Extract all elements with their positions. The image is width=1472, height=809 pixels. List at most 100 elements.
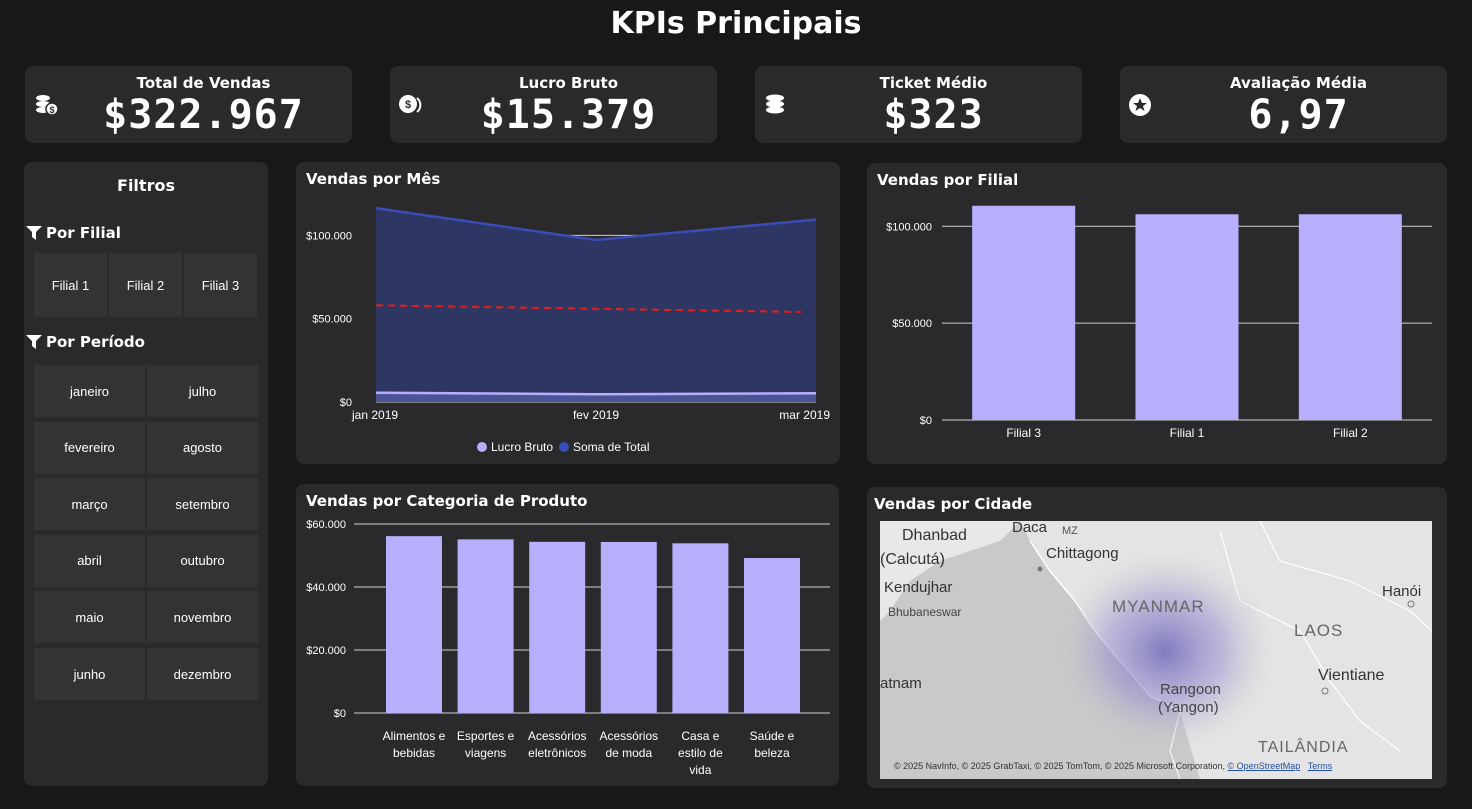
kpi-value: $15.379 bbox=[480, 92, 657, 138]
terms-link[interactable]: Terms bbox=[1308, 761, 1333, 771]
branch-filter-button[interactable]: Filial 3 bbox=[184, 253, 257, 317]
x-tick-label: Filial 1 bbox=[1170, 426, 1205, 440]
filters-title: Filtros bbox=[117, 176, 175, 195]
y-tick-label: $50.000 bbox=[892, 318, 932, 330]
month-filter-button[interactable]: agosto bbox=[147, 421, 258, 474]
y-tick-label: $0 bbox=[334, 708, 346, 720]
y-tick-label: $20.000 bbox=[306, 645, 346, 657]
filters-panel: Filtros Por Filial Filial 1 Filial 2 Filia… bbox=[24, 162, 268, 786]
bar[interactable] bbox=[744, 558, 800, 713]
attribution-text: © 2025 NavInfo, © 2025 GrabTaxi, © 2025 … bbox=[894, 761, 1226, 771]
y-tick-label: $0 bbox=[920, 415, 932, 427]
x-tick-label: Esportes e viagens bbox=[457, 729, 515, 760]
legend-label[interactable]: Lucro Bruto bbox=[491, 440, 553, 454]
x-tick-label: Filial 3 bbox=[1006, 426, 1041, 440]
bar[interactable] bbox=[972, 205, 1076, 420]
bar[interactable] bbox=[529, 541, 586, 713]
month-filter-button[interactable]: abril bbox=[34, 534, 145, 587]
month-filter-button[interactable]: julho bbox=[147, 365, 258, 417]
y-tick-label: $100.000 bbox=[306, 230, 352, 242]
bar[interactable] bbox=[600, 541, 657, 713]
map-place-label: (Yangon) bbox=[1158, 699, 1219, 716]
month-filter-button[interactable]: outubro bbox=[147, 534, 258, 587]
map-place-label: Hanói bbox=[1382, 583, 1422, 600]
map-place-label: Rangoon bbox=[1160, 681, 1221, 698]
kpi-label: Total de Vendas bbox=[136, 74, 271, 92]
map-place-label: Kendujhar bbox=[884, 579, 953, 596]
map-base bbox=[880, 521, 1432, 779]
bar[interactable] bbox=[457, 539, 514, 713]
area-series[interactable] bbox=[376, 208, 816, 402]
kpi-card-average-rating[interactable]: Avaliação Média 6,97 bbox=[1120, 66, 1447, 143]
sales-by-branch-card: Vendas por Filial $0 $50.000 $100.000 Filia… bbox=[867, 163, 1447, 464]
map-place-label: Daca bbox=[1012, 521, 1048, 536]
branch-filter-heading: Por Filial bbox=[26, 224, 121, 242]
period-filter-heading: Por Período bbox=[26, 333, 145, 351]
kpi-card-average-ticket[interactable]: Ticket Médio $323 bbox=[755, 66, 1082, 143]
x-tick-label: Alimentos e bebidas bbox=[383, 729, 446, 760]
bar[interactable] bbox=[672, 543, 729, 713]
x-tick-label: Filial 2 bbox=[1333, 426, 1368, 440]
map-place-label: MYANMAR bbox=[1112, 597, 1205, 616]
funnel-icon bbox=[26, 226, 42, 240]
kpi-card-gross-profit[interactable]: $ Lucro Bruto $15.379 bbox=[390, 66, 717, 143]
funnel-icon bbox=[26, 335, 42, 349]
kpi-value: $323 bbox=[883, 92, 984, 138]
heatmap-blob bbox=[1055, 551, 1275, 751]
legend-marker bbox=[477, 442, 487, 452]
period-filter-label: Por Período bbox=[46, 333, 145, 351]
month-filter-button[interactable]: março bbox=[34, 478, 145, 531]
sales-by-category-chart: $0 $20.000 $40.000 $60.000 Alimentos e bebida… bbox=[306, 519, 830, 777]
sales-by-category-card: Vendas por Categoria de Produto $0 $20.00… bbox=[296, 484, 839, 786]
kpi-card-total-sales[interactable]: $ Total de Vendas $322.967 bbox=[25, 66, 352, 143]
openstreetmap-link[interactable]: © OpenStreetMap bbox=[1228, 761, 1301, 771]
sales-by-branch-chart: $0 $50.000 $100.000 Filial 3 Filial 1 Filial … bbox=[886, 205, 1432, 440]
map-place-label: LAOS bbox=[1294, 621, 1344, 640]
month-filter-button[interactable]: maio bbox=[34, 591, 145, 644]
map-attribution: © 2025 NavInfo, © 2025 GrabTaxi, © 2025 … bbox=[894, 761, 1332, 771]
map-place-label: Chittagong bbox=[1046, 545, 1119, 562]
kpi-value: 6,97 bbox=[1248, 92, 1349, 138]
kpi-label: Lucro Bruto bbox=[518, 74, 619, 92]
map-place-label: TAILÂNDIA bbox=[1258, 739, 1349, 756]
x-tick-label: Acessórios eletrônicos bbox=[528, 729, 587, 760]
sales-by-month-chart: $0 $50.000 $100.000 jan 2019 fev 2019 mar 201… bbox=[306, 206, 830, 454]
chart-title: Vendas por Cidade bbox=[874, 495, 1033, 513]
branch-filter-label: Por Filial bbox=[46, 224, 121, 242]
sales-by-month-card: Vendas por Mês $0 $50.000 $100.000 jan 2019… bbox=[296, 162, 840, 464]
month-filter-button[interactable]: setembro bbox=[147, 478, 258, 531]
x-tick-label: mar 2019 bbox=[779, 408, 830, 422]
city-map[interactable]: Dhanbad Daca MZ (Calcutá) Chittagong Kendujha… bbox=[880, 521, 1432, 779]
y-tick-label: $60.000 bbox=[306, 519, 346, 531]
branch-filter-button[interactable]: Filial 1 bbox=[34, 253, 107, 317]
map-place-label: Bhubaneswar bbox=[888, 605, 962, 619]
map-place-label: Dhanbad bbox=[902, 527, 967, 544]
month-filter-button[interactable]: janeiro bbox=[34, 365, 145, 417]
y-tick-label: $50.000 bbox=[312, 314, 352, 326]
map-place-label: MZ bbox=[1062, 525, 1078, 537]
map-place-label: (Calcutá) bbox=[880, 551, 945, 568]
month-filter-button[interactable]: novembro bbox=[147, 591, 258, 644]
bar[interactable] bbox=[1135, 214, 1239, 420]
y-tick-label: $100.000 bbox=[886, 221, 932, 233]
bar[interactable] bbox=[1298, 214, 1402, 420]
legend-label[interactable]: Soma de Total bbox=[573, 440, 650, 454]
month-filter-button[interactable]: junho bbox=[34, 648, 145, 700]
x-tick-label: Casa e estilo de vida bbox=[678, 729, 723, 777]
branch-filter-button[interactable]: Filial 2 bbox=[109, 253, 182, 317]
map-place-label: atnam bbox=[880, 675, 922, 692]
sales-by-city-card: Vendas por Cidade Dhanbad Daca MZ (Calcutá)… bbox=[867, 487, 1447, 788]
month-filter-button[interactable]: fevereiro bbox=[34, 421, 145, 474]
kpi-label: Avaliação Média bbox=[1229, 74, 1368, 92]
kpi-label: Ticket Médio bbox=[879, 74, 988, 92]
map-place-label: Vientiane bbox=[1318, 667, 1385, 684]
bar[interactable] bbox=[386, 536, 442, 713]
page-title: KPIs Principais bbox=[610, 6, 862, 41]
month-filter-button[interactable]: dezembro bbox=[147, 648, 258, 700]
y-tick-label: $0 bbox=[340, 397, 352, 409]
kpi-value: $322.967 bbox=[103, 92, 304, 138]
legend-marker bbox=[559, 442, 569, 452]
x-tick-label: Saúde e beleza bbox=[750, 729, 795, 760]
x-tick-label: Acessórios de moda bbox=[599, 729, 658, 760]
x-tick-label: fev 2019 bbox=[573, 408, 619, 422]
